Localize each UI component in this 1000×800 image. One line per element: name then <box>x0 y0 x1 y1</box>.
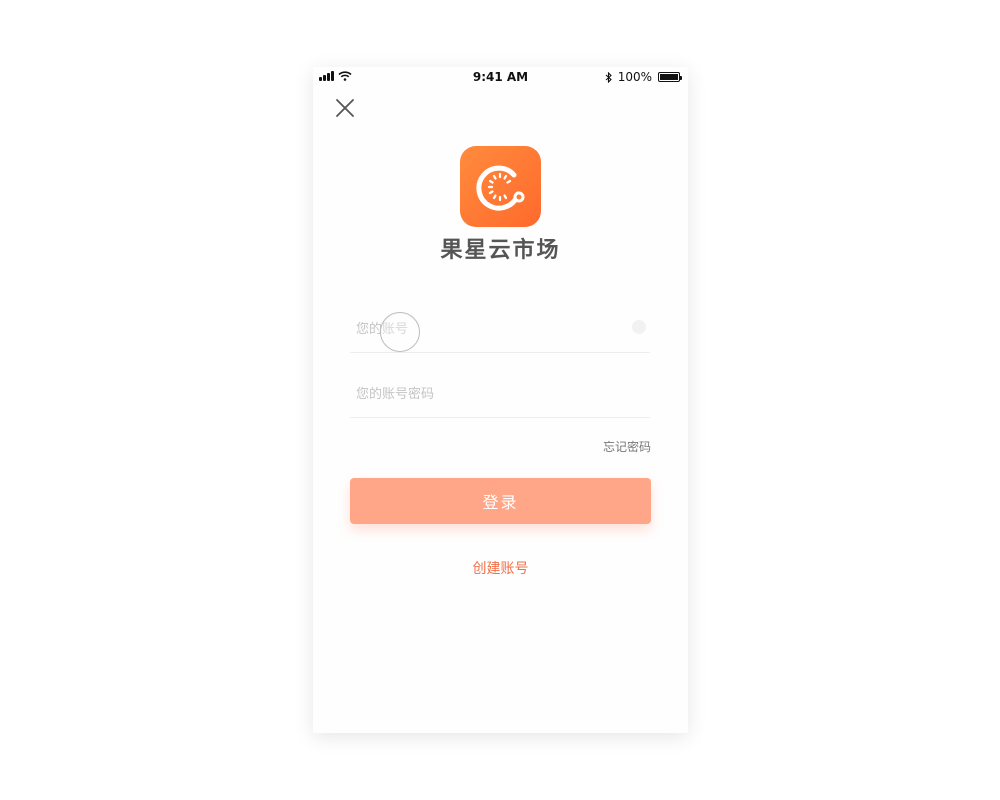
create-account-link[interactable]: 创建账号 <box>313 558 688 578</box>
status-right: 100% <box>605 70 682 84</box>
battery-percent: 100% <box>617 70 652 84</box>
login-button[interactable]: 登录 <box>350 478 651 524</box>
battery-level <box>660 74 678 80</box>
app-name: 果星云市场 <box>440 238 561 263</box>
forgot-password-link[interactable]: 忘记密码 <box>603 438 651 455</box>
touch-indicator <box>380 312 420 352</box>
battery-icon <box>658 72 682 82</box>
status-bar: 9:41 AM 100% <box>313 67 688 87</box>
password-field[interactable] <box>350 371 650 418</box>
clear-icon[interactable] <box>632 320 646 334</box>
phone-screen: 9:41 AM 100% 果星云市场 您的账号 忘记密码 登录 创建账号 <box>313 67 688 733</box>
app-logo-icon <box>460 146 541 227</box>
bluetooth-icon <box>605 71 612 83</box>
password-input[interactable] <box>350 371 650 417</box>
app-logo-graphic <box>476 165 525 211</box>
close-icon[interactable] <box>334 97 356 119</box>
